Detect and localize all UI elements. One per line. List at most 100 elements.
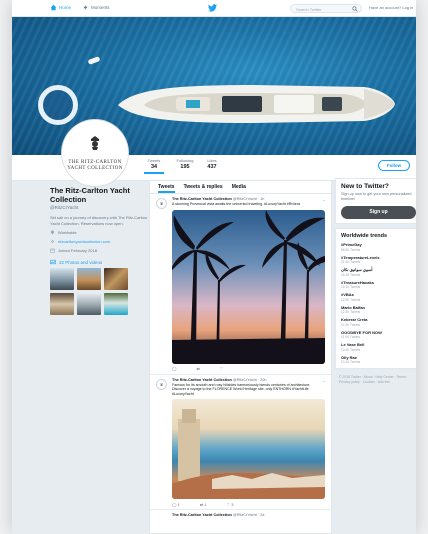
tweet-image-palms[interactable] xyxy=(172,209,325,364)
new-to-twitter-title: New to Twitter? xyxy=(341,183,389,190)
photo-thumb[interactable] xyxy=(104,293,128,315)
trend-name: Mario Balfan xyxy=(341,304,366,310)
trend-count: 10.1K Tweets xyxy=(341,360,361,364)
tweet[interactable]: ♛ The Ritz-Carlton Yacht Collection @Rit… xyxy=(150,194,331,375)
stat-following-label: Following xyxy=(176,158,194,163)
trend-name: #TemperatureLevels xyxy=(341,254,380,260)
signup-button[interactable]: Sign up xyxy=(341,206,416,219)
tweet-header: The Ritz-Carlton Yacht Collection @RitzC… xyxy=(172,513,325,517)
profile-sidebar: The Ritz-Carlton Yacht Collection @RitzC… xyxy=(50,186,148,315)
photo-thumb[interactable] xyxy=(104,268,128,290)
stat-following[interactable]: Following 195 xyxy=(174,158,196,170)
avatar-brand-text: THE RITZ-CARLTON YACHT COLLECTION xyxy=(67,160,123,171)
trend-item[interactable]: GOODBYE FOR NOW 11.0K Tweets xyxy=(341,330,416,340)
search-icon[interactable] xyxy=(352,6,358,12)
trend-count: 15.3K Tweets xyxy=(341,272,361,277)
tweet-avatar[interactable]: ♛ xyxy=(156,198,167,209)
trend-count: 11.5K Tweets xyxy=(341,322,361,327)
tweet-header: The Ritz-Carlton Yacht Collection @RitzC… xyxy=(172,378,325,382)
timeline: Tweets Tweets & replies Media ♛ The Ritz… xyxy=(149,180,332,534)
tweet-header: The Ritz-Carlton Yacht Collection @RitzC… xyxy=(172,197,325,201)
yacht-image xyxy=(118,85,395,123)
tweet-image-coast[interactable] xyxy=(172,399,325,499)
website-link[interactable]: ritzcarltonyachtcollection.com xyxy=(58,239,110,244)
footer-links[interactable]: © 2018 Twitter · About · Help Center · T… xyxy=(335,375,416,384)
tweet-author[interactable]: The Ritz-Carlton Yacht Collection xyxy=(172,513,232,517)
chevron-down-icon[interactable]: ⌄ xyxy=(323,197,326,202)
tweet-handle-time: @RitzCrYacht · 2d xyxy=(232,513,265,517)
new-to-twitter-card: New to Twitter? Sign up now to get your … xyxy=(335,178,416,224)
follow-button[interactable]: Follow xyxy=(378,160,410,171)
link-icon xyxy=(50,239,55,244)
trend-item[interactable]: أسوي سوانيق نكان 15.3K Tweets xyxy=(341,267,416,277)
login-link[interactable]: Have an account? Log in xyxy=(369,5,413,10)
joined-text: Joined February 2018 xyxy=(58,248,97,253)
timeline-tabs: Tweets Tweets & replies Media xyxy=(150,181,331,194)
like-icon[interactable]: ♡ xyxy=(220,366,224,371)
stat-likes-value: 437 xyxy=(207,164,217,170)
nav-home[interactable]: Home xyxy=(50,4,71,11)
retweet-icon[interactable]: ⇄ xyxy=(196,366,199,371)
avatar[interactable]: THE RITZ-CARLTON YACHT COLLECTION xyxy=(62,120,128,186)
trend-count: 12.3K Tweets xyxy=(341,310,361,314)
stat-tweets-value: 34 xyxy=(150,164,158,170)
photo-thumb[interactable] xyxy=(77,293,101,315)
new-to-twitter-text: Sign up now to get your own personalized… xyxy=(341,192,412,201)
trend-name: GOODBYE FOR NOW xyxy=(341,329,382,335)
tweet-actions: ◯ 1 ⇄ 1 ♡ 3 xyxy=(172,499,325,509)
stat-tweets[interactable]: Tweets 34 xyxy=(144,158,164,174)
profile-handle[interactable]: @RitzCrYacht xyxy=(50,205,148,210)
tweet-avatar[interactable]: ♛ xyxy=(156,378,167,390)
search-input[interactable]: Search Twitter xyxy=(290,4,362,13)
twitter-bird-icon[interactable] xyxy=(208,4,217,12)
tweet-handle-time: @RitzCrYacht · 20h xyxy=(232,377,267,382)
stat-likes-label: Likes xyxy=(207,158,217,163)
trend-name: #TreasureHacaks xyxy=(341,279,374,285)
tweet-text: Famous for its smooth and rosy hillsides… xyxy=(172,382,311,396)
home-icon xyxy=(50,4,57,11)
tab-tweets[interactable]: Tweets xyxy=(158,184,175,193)
photo-thumb[interactable] xyxy=(50,293,74,315)
trend-name: Olly Rae xyxy=(341,354,358,360)
trend-item[interactable]: #PrimeDay 86.5K Tweets xyxy=(341,242,416,252)
tweet-author[interactable]: The Ritz-Carlton Yacht Collection xyxy=(172,197,232,201)
trend-name: أسوي سوانيق نكان xyxy=(341,267,373,272)
trend-item[interactable]: #TreasureHacaks 15.1K Tweets xyxy=(341,280,416,290)
trend-count: 10.4K Tweets xyxy=(341,347,361,352)
like-icon[interactable]: ♡ 3 xyxy=(227,502,234,507)
nav-moments-label: Moments xyxy=(91,5,110,10)
photos-videos-link[interactable]: 22 Photos and videos xyxy=(50,259,148,265)
trend-name: Le Vase Bell xyxy=(341,342,365,347)
nav-moments[interactable]: Moments xyxy=(82,4,110,11)
trend-name: #PrimeDay xyxy=(341,242,362,247)
palm-silhouettes xyxy=(172,209,325,364)
retweet-icon[interactable]: ⇄ 1 xyxy=(200,502,207,507)
chevron-down-icon[interactable]: ⌄ xyxy=(323,378,326,383)
tweet[interactable]: ♛ The Ritz-Carlton Yacht Collection @Rit… xyxy=(150,375,331,510)
tweet-author[interactable]: The Ritz-Carlton Yacht Collection xyxy=(172,378,232,382)
trend-item[interactable]: #TemperatureLevels 21.4K Tweets xyxy=(341,255,416,265)
tab-tweets-replies[interactable]: Tweets & replies xyxy=(184,184,223,193)
trend-count: 21.4K Tweets xyxy=(341,260,361,264)
coast-illustration xyxy=(172,409,325,499)
reply-icon[interactable]: ◯ 1 xyxy=(172,502,180,507)
trend-name: #VBAs xyxy=(341,292,354,297)
photo-thumb[interactable] xyxy=(50,268,74,290)
reply-icon[interactable]: ◯ xyxy=(172,366,176,371)
trend-item[interactable]: #VBAs 12.9K Tweets xyxy=(341,292,416,302)
lightning-icon xyxy=(83,4,88,11)
stat-tweets-label: Tweets xyxy=(147,158,161,163)
photo-thumb[interactable] xyxy=(77,268,101,290)
search-placeholder: Search Twitter xyxy=(296,7,322,12)
trend-item[interactable]: Keberar Creta 11.5K Tweets xyxy=(341,317,416,327)
stat-likes[interactable]: Likes 437 xyxy=(204,158,220,170)
tab-media[interactable]: Media xyxy=(232,184,246,193)
swim-float-image xyxy=(38,85,78,125)
profile-name[interactable]: The Ritz-Carlton Yacht Collection xyxy=(50,186,148,204)
tweet[interactable]: The Ritz-Carlton Yacht Collection @RitzC… xyxy=(150,510,331,517)
trend-item[interactable]: Olly Rae 10.1K Tweets xyxy=(341,355,416,365)
trend-item[interactable]: Le Vase Bell 10.4K Tweets xyxy=(341,342,416,352)
trend-item[interactable]: Mario Balfan 12.3K Tweets xyxy=(341,305,416,315)
photo-grid xyxy=(50,268,148,315)
tweet-text: A stunning Provencal vista awaits the un… xyxy=(172,202,300,206)
